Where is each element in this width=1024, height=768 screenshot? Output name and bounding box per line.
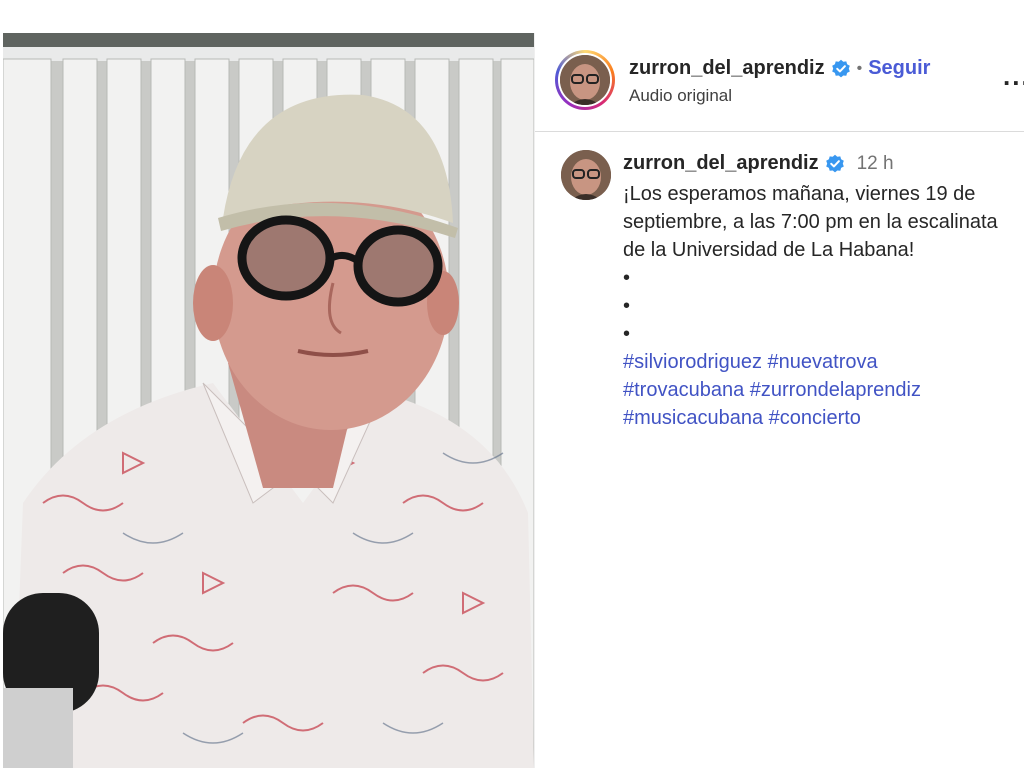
audio-original-link[interactable]: Audio original — [629, 86, 732, 106]
caption-bullet: • — [623, 295, 631, 317]
caption-bullet: • — [623, 267, 631, 289]
caption-avatar[interactable] — [561, 150, 611, 200]
hashtag-link[interactable]: #nuevatrova — [768, 351, 878, 373]
hashtag-link[interactable]: #trovacubana — [623, 379, 744, 401]
post-timestamp[interactable]: 12 h — [857, 153, 894, 175]
caption-text: ¡Los esperamos mañana, viernes 19 de sep… — [623, 183, 998, 261]
hashtag-link[interactable]: #concierto — [769, 407, 861, 429]
caption-bullet: • — [623, 323, 631, 345]
profile-avatar[interactable] — [560, 55, 610, 105]
post-side-panel: zurron_del_aprendiz • Seguir Audio origi… — [534, 33, 1024, 768]
caption-header: zurron_del_aprendiz 12 h — [623, 152, 894, 175]
post-video[interactable] — [3, 33, 534, 768]
hashtag-list: #silviorodriguez #nuevatrova #trovacuban… — [623, 348, 1018, 432]
separator-dot: • — [856, 59, 863, 77]
video-frame-illustration — [3, 33, 534, 768]
caption-body: ¡Los esperamos mañana, viernes 19 de sep… — [623, 180, 1018, 432]
more-options-icon[interactable]: ... — [1003, 61, 1024, 92]
hashtag-link[interactable]: #silviorodriguez — [623, 351, 762, 373]
follow-button[interactable]: Seguir — [868, 57, 930, 80]
header-username[interactable]: zurron_del_aprendiz — [629, 57, 825, 80]
verified-badge-icon — [831, 59, 851, 79]
verified-badge-icon — [825, 154, 845, 174]
story-ring[interactable] — [555, 50, 615, 110]
post-header: zurron_del_aprendiz • Seguir Audio origi… — [535, 33, 1024, 132]
hashtag-link[interactable]: #musicacubana — [623, 407, 763, 429]
hashtag-link[interactable]: #zurrondelaprendiz — [750, 379, 921, 401]
caption-username[interactable]: zurron_del_aprendiz — [623, 152, 819, 175]
